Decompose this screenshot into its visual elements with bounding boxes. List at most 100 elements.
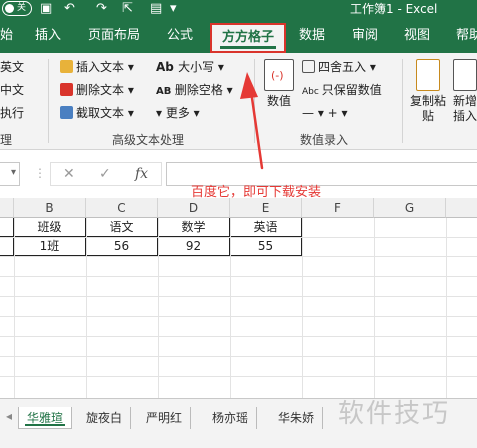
- delete-space-label: 删除空格: [174, 83, 223, 97]
- english-button[interactable]: 英文: [0, 59, 24, 75]
- name-box[interactable]: ▾: [0, 162, 20, 186]
- delete-text-button[interactable]: 删除文本 ▾: [60, 82, 134, 98]
- value-button[interactable]: (-) 数值: [262, 59, 296, 109]
- grid-line: [86, 218, 87, 398]
- sheet-tab[interactable]: 严明红: [138, 407, 192, 429]
- add-insert-label: 新增插入: [452, 94, 477, 123]
- grid-line: [14, 218, 15, 398]
- delete-text-label: 删除文本: [76, 83, 125, 97]
- clipboard-icon[interactable]: ▤: [150, 1, 162, 17]
- grid-line: [230, 218, 231, 398]
- dropdown-icon[interactable]: ▾: [170, 1, 177, 17]
- tab-fangfang-gezi[interactable]: 方方格子: [210, 23, 287, 53]
- tab-page-layout[interactable]: 页面布局: [88, 27, 140, 45]
- save-icon[interactable]: ▣: [40, 1, 52, 17]
- extract-text-label: 截取文本: [76, 106, 125, 120]
- insert-text-icon: [60, 60, 73, 73]
- table-cell[interactable]: [0, 237, 14, 256]
- delete-space-button[interactable]: AB 删除空格 ▾: [156, 82, 233, 100]
- tab-data[interactable]: 数据: [299, 27, 325, 45]
- more-label: 更多: [165, 106, 190, 120]
- column-header-a[interactable]: [0, 198, 14, 218]
- add-insert-button[interactable]: 新增插入: [450, 59, 477, 124]
- separator: [402, 59, 403, 143]
- table-cell[interactable]: 55: [230, 237, 302, 256]
- column-header-f[interactable]: F: [302, 198, 374, 218]
- worksheet-grid[interactable]: B C D E F G 班级 语文 数学 英语 1班 56 92 55: [0, 198, 477, 398]
- table-cell[interactable]: 班级: [14, 218, 86, 237]
- scroll-left-icon[interactable]: ◂: [6, 409, 12, 423]
- grid-line: [0, 237, 477, 238]
- autosave-label: 关: [17, 3, 27, 13]
- execute-button[interactable]: 执行: [0, 105, 24, 121]
- table-cell[interactable]: [0, 218, 14, 237]
- chevron-down-icon[interactable]: ▾: [11, 167, 16, 178]
- table-cell[interactable]: 英语: [230, 218, 302, 237]
- round-icon: [302, 60, 315, 73]
- extract-text-button[interactable]: 截取文本 ▾: [60, 105, 134, 121]
- title-bar: 关 ▣ ↶ ↷ ⇱ ▤ ▾ 工作簿1 - Excel: [0, 0, 477, 19]
- insert-text-button[interactable]: 插入文本 ▾: [60, 59, 134, 75]
- cursor-icon[interactable]: ⇱: [122, 1, 133, 17]
- tab-review[interactable]: 审阅: [352, 27, 378, 45]
- table-cell[interactable]: 数学: [158, 218, 230, 237]
- minus-icon: — ▾: [302, 106, 328, 120]
- ribbon: 英文 中文 执行 理 插入文本 ▾ 删除文本 ▾ 截取文本 ▾ Ab 大小写 ▾…: [0, 53, 477, 150]
- fx-icon[interactable]: fx: [135, 166, 148, 182]
- column-header-e[interactable]: E: [230, 198, 302, 218]
- formula-buttons: ✕ ✓ fx: [50, 162, 162, 186]
- delete-space-icon: AB: [156, 86, 175, 97]
- confirm-icon[interactable]: ✓: [99, 166, 111, 182]
- column-header-h[interactable]: [446, 198, 477, 218]
- chinese-button[interactable]: 中文: [0, 82, 24, 98]
- watermark: 软件技巧: [338, 399, 451, 429]
- tab-home[interactable]: 始: [0, 27, 13, 45]
- tab-help[interactable]: 帮助: [456, 27, 477, 45]
- column-header-d[interactable]: D: [158, 198, 230, 218]
- table-cell[interactable]: 92: [158, 237, 230, 256]
- tab-insert[interactable]: 插入: [35, 27, 61, 45]
- keep-numbers-label: 只保留数值: [321, 83, 382, 97]
- table-cell[interactable]: 56: [86, 237, 158, 256]
- drag-handle-icon[interactable]: ⋮: [34, 166, 46, 180]
- sheet-tab[interactable]: 华朱娇: [270, 407, 324, 429]
- keep-numbers-button[interactable]: Abc 只保留数值: [302, 82, 382, 100]
- column-header-c[interactable]: C: [86, 198, 158, 218]
- column-header-g[interactable]: G: [374, 198, 446, 218]
- table-cell[interactable]: 语文: [86, 218, 158, 237]
- group-label-number: 数值录入: [300, 133, 349, 147]
- extract-text-icon: [60, 106, 73, 119]
- grid-line: [0, 336, 477, 337]
- insert-text-label: 插入文本: [76, 60, 125, 74]
- grid-line: [0, 316, 477, 317]
- copy-paste-button[interactable]: 复制粘贴: [408, 59, 448, 124]
- case-button[interactable]: Ab 大小写 ▾: [156, 59, 224, 75]
- round-button[interactable]: 四舍五入 ▾: [302, 59, 376, 75]
- case-label: 大小写: [178, 60, 215, 74]
- sign-buttons[interactable]: — ▾ + ▾: [302, 105, 348, 121]
- sheet-tab[interactable]: 旋夜白: [78, 407, 132, 429]
- document-title: 工作簿1 - Excel: [350, 2, 438, 16]
- column-header-b[interactable]: B: [14, 198, 86, 218]
- tab-view[interactable]: 视图: [404, 27, 430, 45]
- tab-formulas[interactable]: 公式: [167, 27, 193, 45]
- ribbon-tabs: 始 插入 页面布局 公式 方方格子 数据 审阅 视图 帮助: [0, 19, 477, 53]
- grid-line: [0, 276, 477, 277]
- keep-numbers-icon: Abc: [302, 87, 322, 97]
- sheet-tab[interactable]: 华雅瑄: [18, 407, 73, 429]
- grid-line: [446, 218, 447, 398]
- redo-icon[interactable]: ↷: [96, 1, 107, 17]
- sheet-tab[interactable]: 杨亦瑶: [204, 407, 258, 429]
- cancel-icon[interactable]: ✕: [63, 166, 75, 182]
- grid-line: [0, 356, 477, 357]
- more-button[interactable]: ▾ 更多 ▾: [156, 105, 200, 121]
- autosave-toggle[interactable]: 关: [2, 1, 32, 16]
- table-cell[interactable]: 1班: [14, 237, 86, 256]
- plus-icon: + ▾: [327, 106, 348, 120]
- value-icon: (-): [264, 59, 294, 91]
- grid-line: [374, 218, 375, 398]
- undo-icon[interactable]: ↶: [64, 1, 75, 17]
- grid-line: [0, 256, 477, 257]
- separator: [254, 59, 255, 143]
- more-icon: ▾: [156, 106, 166, 120]
